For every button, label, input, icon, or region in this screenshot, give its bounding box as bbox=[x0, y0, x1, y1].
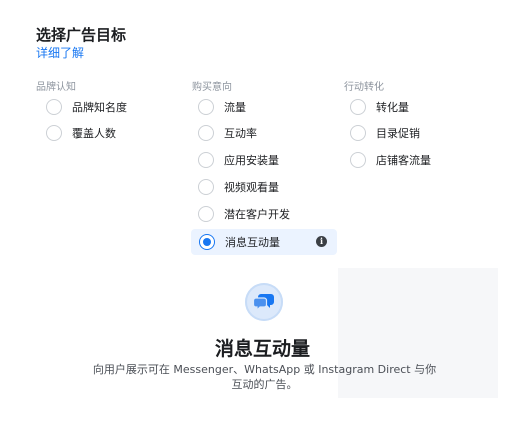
detail-title: 消息互动量 bbox=[214, 338, 310, 360]
option-label: 流量 bbox=[224, 101, 246, 114]
option-label: 店铺客流量 bbox=[376, 154, 431, 167]
objective-brand-awareness[interactable]: 品牌知名度 bbox=[46, 94, 127, 120]
objective-messages[interactable]: 消息互动量 i bbox=[191, 229, 337, 255]
objective-video-views[interactable]: 视频观看量 bbox=[198, 174, 279, 200]
column-heading-consideration: 购买意向 bbox=[192, 82, 232, 93]
objective-catalog-sales[interactable]: 目录促销 bbox=[350, 120, 420, 146]
info-icon[interactable]: i bbox=[316, 236, 327, 247]
radio-button[interactable] bbox=[46, 125, 62, 141]
radio-button[interactable] bbox=[46, 99, 62, 115]
objective-traffic[interactable]: 流量 bbox=[198, 94, 246, 120]
learn-more-link[interactable]: 详细了解 bbox=[36, 44, 84, 61]
radio-button[interactable] bbox=[350, 99, 366, 115]
radio-button-selected[interactable] bbox=[199, 234, 215, 250]
detail-description: 向用户展示可在 Messenger、WhatsApp 或 Instagram D… bbox=[92, 363, 437, 391]
radio-button[interactable] bbox=[198, 206, 214, 222]
radio-button[interactable] bbox=[350, 125, 366, 141]
radio-button[interactable] bbox=[198, 99, 214, 115]
radio-button[interactable] bbox=[198, 179, 214, 195]
objective-store-traffic[interactable]: 店铺客流量 bbox=[350, 147, 431, 173]
option-label: 覆盖人数 bbox=[72, 127, 116, 140]
objective-reach[interactable]: 覆盖人数 bbox=[46, 120, 116, 146]
column-heading-awareness: 品牌认知 bbox=[36, 82, 76, 93]
objective-engagement[interactable]: 互动率 bbox=[198, 120, 257, 146]
option-label: 目录促销 bbox=[376, 127, 420, 140]
option-label: 视频观看量 bbox=[224, 181, 279, 194]
option-label: 品牌知名度 bbox=[72, 101, 127, 114]
chat-bubbles-icon-graphic bbox=[253, 294, 274, 312]
page-title: 选择广告目标 bbox=[36, 26, 127, 44]
column-heading-conversion: 行动转化 bbox=[344, 82, 384, 93]
option-label: 潜在客户开发 bbox=[224, 208, 290, 221]
objective-conversions[interactable]: 转化量 bbox=[350, 94, 409, 120]
option-label: 互动率 bbox=[224, 127, 257, 140]
objective-lead-generation[interactable]: 潜在客户开发 bbox=[198, 201, 290, 227]
option-label: 转化量 bbox=[376, 101, 409, 114]
radio-button[interactable] bbox=[198, 152, 214, 168]
option-label: 应用安装量 bbox=[224, 154, 279, 167]
radio-button[interactable] bbox=[198, 125, 214, 141]
option-label: 消息互动量 bbox=[225, 236, 280, 249]
objective-app-installs[interactable]: 应用安装量 bbox=[198, 147, 279, 173]
radio-button[interactable] bbox=[350, 152, 366, 168]
chat-bubbles-icon bbox=[245, 283, 283, 321]
